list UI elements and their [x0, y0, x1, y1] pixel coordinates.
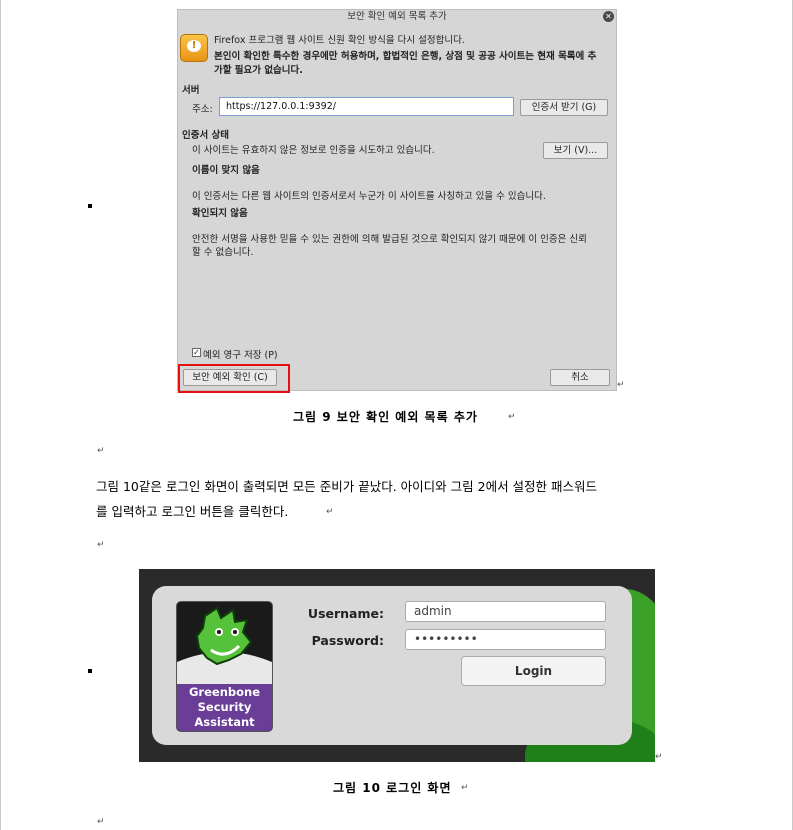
- login-panel: Greenbone Security Assistant Username: a…: [152, 586, 632, 745]
- password-input[interactable]: •••••••••: [405, 629, 606, 650]
- paragraph-mark: ↵: [508, 412, 516, 422]
- wrong-site-heading: 이름이 맞지 않음: [192, 165, 260, 176]
- permanent-exception-label: 예외 영구 저장 (P): [203, 350, 278, 361]
- security-exception-dialog: 보안 확인 예외 목록 추가 ✕ ! Firefox 프로그램 웹 사이트 신원…: [177, 9, 617, 391]
- dialog-title: 보안 확인 예외 목록 추가: [347, 11, 447, 22]
- logo-text-line2: Security: [197, 700, 252, 714]
- username-label: Username:: [307, 606, 384, 621]
- cert-status-text: 이 사이트는 유효하지 않은 정보로 인증을 시도하고 있습니다.: [192, 145, 435, 156]
- greenbone-logo: Greenbone Security Assistant: [176, 601, 273, 732]
- bullet-figure-10: [88, 669, 92, 673]
- address-input[interactable]: https://127.0.0.1:9392/: [219, 97, 514, 116]
- logo-text-line1: Greenbone: [188, 685, 261, 699]
- get-certificate-button[interactable]: 인증서 받기 (G): [520, 99, 608, 116]
- cert-status-heading: 인증서 상태: [182, 130, 230, 141]
- greenbone-login-screenshot: Greenbone Security Assistant Username: a…: [139, 569, 655, 762]
- dragon-head-icon: [177, 602, 272, 686]
- warning-icon: !: [180, 34, 208, 62]
- dialog-notice: Firefox 프로그램 웹 사이트 신원 확인 방식을 다시 설정합니다.: [214, 35, 465, 46]
- login-button[interactable]: Login: [461, 656, 606, 686]
- logo-text-line3: Assistant: [194, 715, 255, 729]
- permanent-exception-checkbox[interactable]: ✓: [192, 348, 201, 357]
- close-icon[interactable]: ✕: [603, 11, 614, 22]
- address-label: 주소:: [192, 104, 213, 115]
- paragraph-mark: ↵: [617, 380, 625, 390]
- cancel-button[interactable]: 취소: [550, 369, 610, 386]
- server-section-heading: 서버: [182, 85, 200, 96]
- paragraph-mark: ↵: [326, 507, 334, 517]
- unknown-identity-heading: 확인되지 않음: [192, 208, 248, 219]
- paragraph-mark: ↵: [97, 540, 105, 550]
- body-paragraph-line1: 그림 10같은 로그인 화면이 출력되면 모든 준비가 끝났다. 아이디와 그림…: [96, 479, 598, 494]
- figure-10-caption: 그림 10 로그인 화면: [333, 781, 452, 795]
- view-certificate-button[interactable]: 보기 (V)...: [543, 142, 608, 159]
- wrong-site-text: 이 인증서는 다른 웹 사이트의 인증서로서 누군가 이 사이트를 사칭하고 있…: [192, 191, 546, 202]
- paragraph-mark: ↵: [97, 817, 105, 827]
- paragraph-mark: ↵: [461, 783, 469, 793]
- highlight-box: [178, 364, 290, 393]
- dialog-warning-line2: 가할 필요가 없습니다.: [214, 65, 303, 76]
- unknown-identity-line1: 안전한 서명을 사용한 믿을 수 있는 권한에 의해 발급된 것으로 확인되지 …: [192, 234, 587, 245]
- figure-9-caption: 그림 9 보안 확인 예외 목록 추가: [293, 410, 478, 424]
- bullet-figure-9: [88, 204, 92, 208]
- page-left-border: [0, 0, 1, 830]
- dialog-warning-line1: 본인이 확인한 특수한 경우에만 허용하며, 합법적인 은행, 상점 및 공공 …: [214, 51, 597, 62]
- unknown-identity-line2: 할 수 없습니다.: [192, 247, 254, 258]
- body-paragraph-line2: 를 입력하고 로그인 버튼을 클릭한다.: [96, 504, 289, 519]
- paragraph-mark: ↵: [97, 446, 105, 456]
- username-input[interactable]: admin: [405, 601, 606, 622]
- paragraph-mark: ↵: [655, 752, 663, 762]
- password-label: Password:: [311, 633, 384, 648]
